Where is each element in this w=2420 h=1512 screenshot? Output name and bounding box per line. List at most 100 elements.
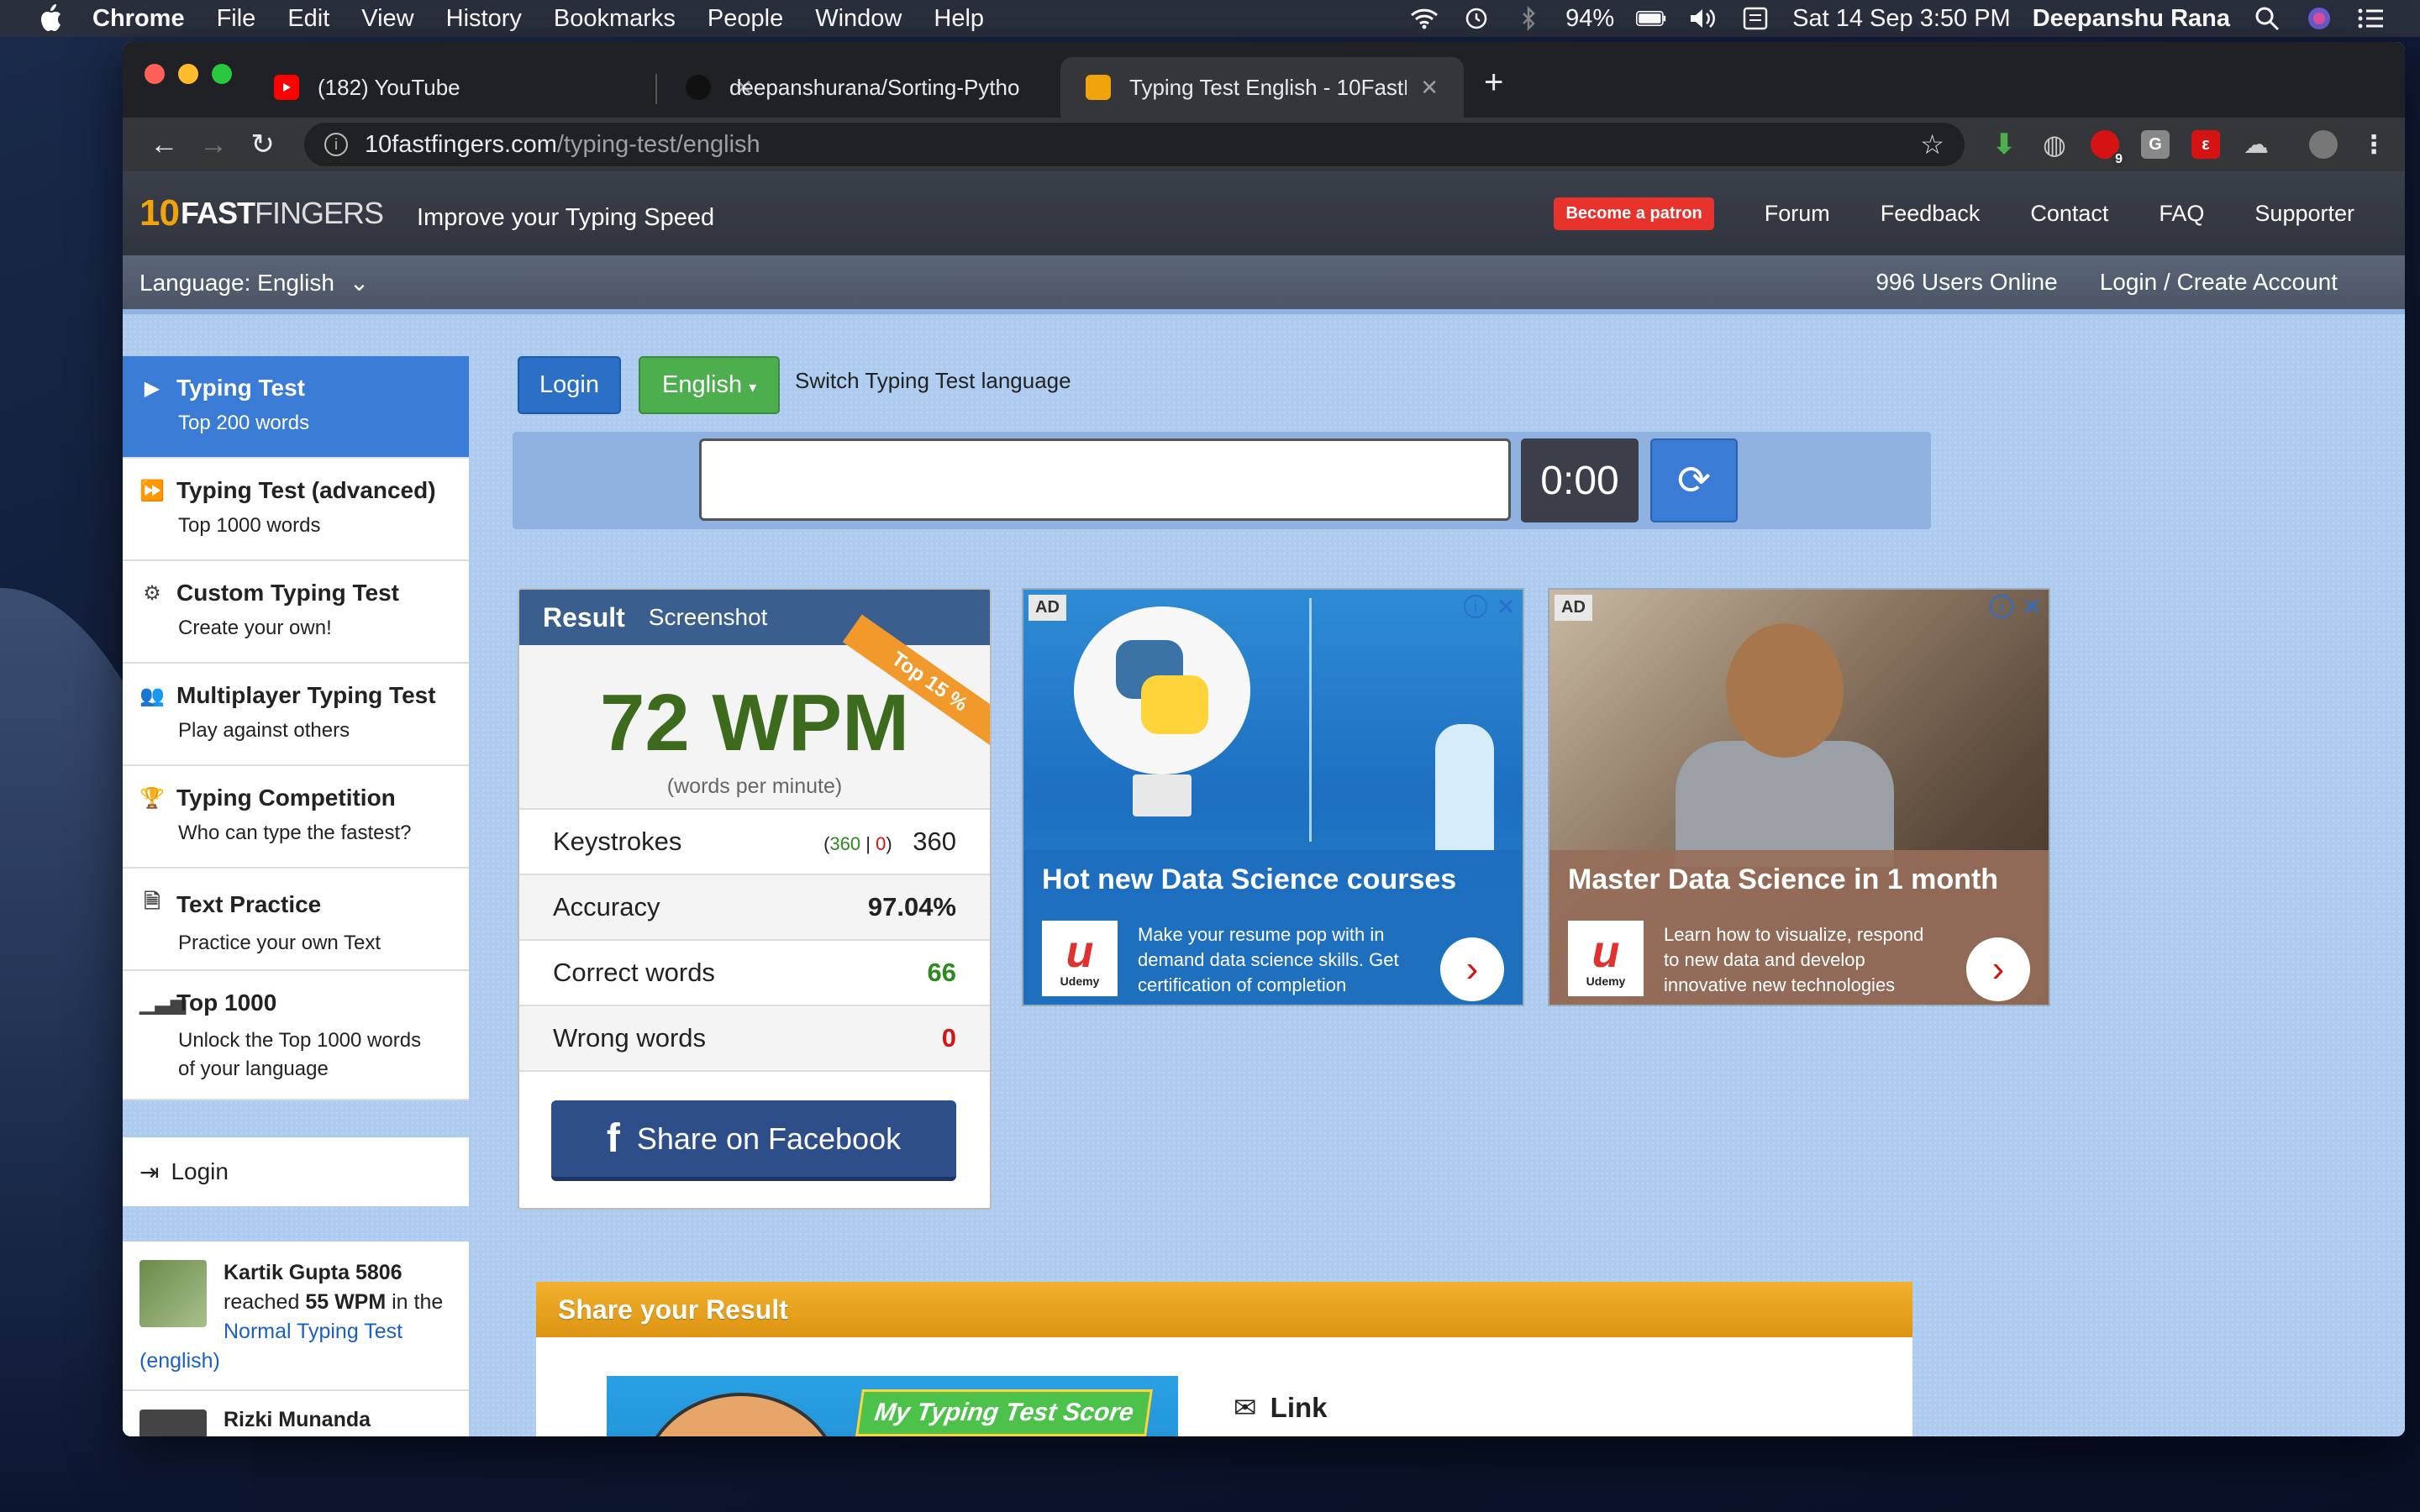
menu-edit[interactable]: Edit	[287, 5, 329, 33]
chrome-menu-icon[interactable]: ⋮	[2360, 130, 2388, 159]
become-patron-button[interactable]: Become a patron	[1554, 197, 1714, 230]
site-info-icon[interactable]: i	[324, 133, 348, 156]
nav-supporter[interactable]: Supporter	[2254, 201, 2354, 227]
keystrokes-label: Keystrokes	[553, 827, 682, 856]
language-dropdown[interactable]: Language: English ⌄	[139, 269, 369, 297]
sidebar-item-text-practice[interactable]: 🗎 Text Practice Practice your own Text	[123, 869, 469, 971]
globe-extension-icon[interactable]: ◍	[2040, 129, 2069, 160]
ad-title: Master Data Science in 1 month	[1568, 864, 1999, 895]
sidebar-item-title: Typing Test (advanced)	[176, 477, 436, 503]
correct-words-label: Correct words	[553, 958, 715, 987]
minimize-window-button[interactable]	[178, 64, 198, 84]
bulb-base	[1133, 774, 1192, 816]
avatar[interactable]	[139, 1410, 207, 1436]
menu-file[interactable]: File	[217, 5, 256, 33]
restart-button[interactable]: ⟳	[1650, 438, 1738, 522]
notification-center-icon[interactable]	[2356, 6, 2386, 31]
nav-forum[interactable]: Forum	[1765, 201, 1830, 227]
menubar-user[interactable]: Deepanshu Rana	[2033, 5, 2230, 33]
result-card: Result Screenshot Top 15 % 72 WPM (words…	[518, 588, 992, 1210]
language-select-button[interactable]: English ▾	[639, 356, 781, 414]
nav-feedback[interactable]: Feedback	[1881, 201, 1981, 227]
ad-banner-1[interactable]: AD i ✕ Hot new Data Science courses u Ude…	[1022, 588, 1524, 1006]
menu-history[interactable]: History	[446, 5, 522, 33]
activity-test-lang-link[interactable]: (english)	[139, 1349, 220, 1373]
menu-app-name[interactable]: Chrome	[92, 5, 185, 33]
back-button[interactable]: ←	[139, 129, 189, 161]
macos-menubar: Chrome File Edit View History Bookmarks …	[0, 0, 2420, 37]
typing-input[interactable]	[699, 438, 1511, 521]
sidebar-item-subtitle: Create your own!	[178, 617, 332, 639]
siri-icon[interactable]	[2304, 6, 2334, 31]
activity-test-link[interactable]: Normal Typing Test	[224, 1320, 402, 1343]
trophy-icon: 🏆	[139, 786, 165, 810]
ad-info-icon[interactable]: i	[1990, 595, 2013, 618]
menu-view[interactable]: View	[361, 5, 413, 33]
zoom-window-button[interactable]	[212, 64, 232, 84]
apple-menu-icon[interactable]	[34, 2, 67, 35]
refresh-icon: ⟳	[1676, 459, 1712, 503]
activity-wpm: 55 WPM	[305, 1290, 387, 1314]
caret-down-icon: ▾	[749, 379, 757, 396]
spotlight-search-icon[interactable]	[2252, 6, 2282, 31]
score-image[interactable]: My Typing Test Score	[607, 1376, 1178, 1436]
input-menu-icon[interactable]	[1740, 6, 1770, 31]
sidebar-item-title: Text Practice	[176, 890, 322, 917]
wifi-icon[interactable]	[1409, 6, 1439, 31]
battery-icon[interactable]	[1636, 6, 1666, 31]
envelope-icon: ✉	[1234, 1392, 1257, 1423]
sidebar-item-subtitle: Top 1000 words	[178, 514, 321, 537]
chevron-right-icon[interactable]: ›	[1440, 937, 1504, 1001]
login-create-account-link[interactable]: Login / Create Account	[2100, 269, 2338, 296]
screenshot-tab[interactable]: Screenshot	[649, 604, 768, 631]
new-tab-button[interactable]: +	[1484, 64, 1503, 102]
cloud-extension-icon[interactable]: ☁	[2242, 130, 2270, 159]
sidebar-item-custom-typing-test[interactable]: ⚙ Custom Typing Test Create your own!	[123, 561, 469, 664]
bluetooth-icon[interactable]	[1513, 6, 1544, 31]
address-bar[interactable]: i 10fastfingers.com /typing-test/english…	[303, 123, 1965, 166]
cartoon-face-illustration	[640, 1393, 842, 1436]
menu-bookmarks[interactable]: Bookmarks	[554, 5, 676, 33]
volume-icon[interactable]	[1688, 6, 1718, 31]
lab-illustration	[1309, 598, 1511, 850]
ad-close-icon[interactable]: ✕	[2023, 593, 2042, 621]
nav-contact[interactable]: Contact	[2030, 201, 2108, 227]
sidebar-item-competition[interactable]: 🏆 Typing Competition Who can type the fas…	[123, 766, 469, 869]
sidebar-item-typing-test-advanced[interactable]: ⏩ Typing Test (advanced) Top 1000 words	[123, 459, 469, 561]
login-button[interactable]: Login	[518, 356, 621, 414]
menu-window[interactable]: Window	[815, 5, 902, 33]
tab-typing-test[interactable]: Typing Test English - 10FastFin ✕	[1060, 57, 1464, 118]
ad-banner-2[interactable]: AD i ✕ Master Data Science in 1 month uU…	[1548, 588, 2050, 1006]
ad-info-icon[interactable]: i	[1464, 595, 1487, 618]
time-machine-icon[interactable]	[1461, 6, 1491, 31]
ev-extension-icon[interactable]: ε	[2191, 130, 2220, 159]
header-nav: Become a patron Forum Feedback Contact F…	[1554, 197, 2354, 230]
grammarly-extension-icon[interactable]: G	[2140, 130, 2170, 159]
nav-faq[interactable]: FAQ	[2159, 201, 2204, 227]
chevron-right-icon[interactable]: ›	[1966, 937, 2030, 1001]
close-tab-icon[interactable]: ✕	[1420, 75, 1439, 101]
ad-close-icon[interactable]: ✕	[1497, 593, 1516, 621]
menu-people[interactable]: People	[708, 5, 783, 33]
menubar-clock[interactable]: Sat 14 Sep 3:50 PM	[1792, 5, 2011, 33]
result-title: Result	[543, 601, 625, 633]
share-link-heading: ✉ Link	[1234, 1391, 1328, 1424]
avatar[interactable]	[139, 1260, 207, 1327]
sidebar-item-multiplayer[interactable]: 👥 Multiplayer Typing Test Play against ot…	[123, 664, 469, 766]
forward-button[interactable]: →	[189, 129, 239, 161]
keystrokes-total: 360	[913, 827, 956, 856]
profile-avatar[interactable]	[2308, 130, 2338, 159]
reload-button[interactable]: ↻	[238, 128, 287, 161]
close-window-button[interactable]	[145, 64, 165, 84]
share-facebook-button[interactable]: f Share on Facebook	[551, 1100, 956, 1181]
sidebar-item-top-1000[interactable]: ▁▃▅ Top 1000 Unlock the Top 1000 words of…	[123, 971, 469, 1100]
download-extension-icon[interactable]: ⬇	[1990, 129, 2018, 160]
ad-description: Make your resume pop with in demand data…	[1138, 924, 1399, 995]
menu-help[interactable]: Help	[934, 5, 984, 33]
site-logo[interactable]: 10 FAST FINGERS	[139, 192, 384, 234]
activity-user[interactable]: Kartik Gupta 5806	[224, 1261, 402, 1284]
sidebar-item-typing-test[interactable]: ▶ Typing Test Top 200 words	[123, 356, 469, 459]
bookmark-star-icon[interactable]: ☆	[1920, 129, 1944, 160]
stop-extension-icon[interactable]: 9	[2090, 130, 2126, 167]
sidebar-login[interactable]: ⇥ Login	[123, 1137, 469, 1206]
